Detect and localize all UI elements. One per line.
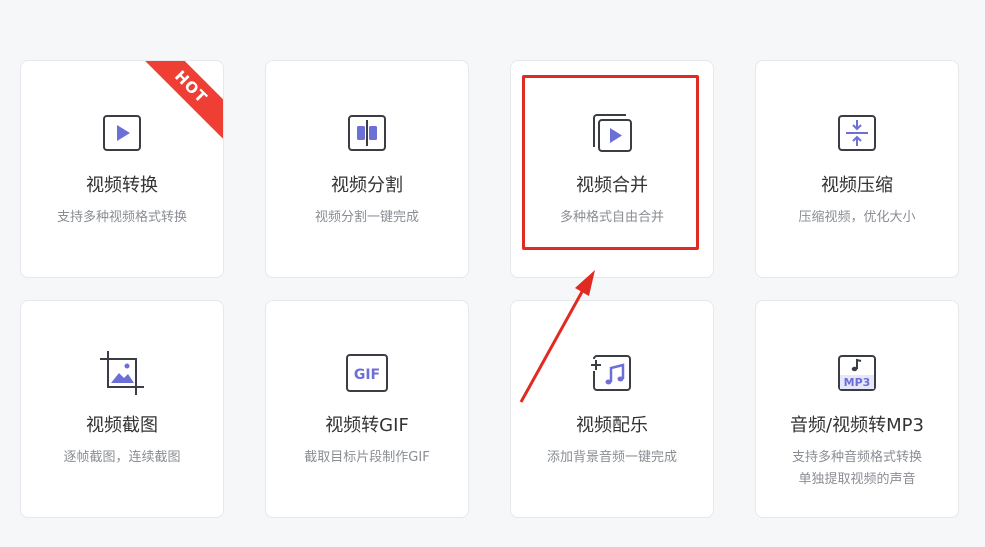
card-title: 视频转换	[86, 175, 158, 196]
card-video-split[interactable]: 视频分割 视频分割一键完成	[265, 60, 469, 278]
card-description: 截取目标片段制作GIF	[304, 450, 430, 465]
gif-icon-label: GIF	[354, 367, 380, 383]
card-description: 逐帧截图，连续截图	[63, 450, 181, 465]
card-video-music[interactable]: 视频配乐 添加背景音频一键完成	[510, 300, 714, 518]
highlight-box	[522, 75, 699, 250]
hot-badge: HOT	[138, 61, 223, 140]
card-video-compress[interactable]: 视频压缩 压缩视频，优化大小	[755, 60, 959, 278]
card-description-line: 支持多种音频格式转换	[791, 450, 922, 465]
card-video-screenshot[interactable]: 视频截图 逐帧截图，连续截图	[20, 300, 224, 518]
card-title: 视频配乐	[576, 415, 648, 436]
card-title: 视频转GIF	[325, 415, 409, 436]
card-video-convert[interactable]: HOT 视频转换 支持多种视频格式转换	[20, 60, 224, 278]
card-audio-to-mp3[interactable]: MP3 音频/视频转MP3 支持多种音频格式转换 单独提取视频的声音	[755, 300, 959, 518]
card-description: 添加背景音频一键完成	[546, 450, 677, 465]
crop-image-icon	[98, 349, 146, 397]
video-play-icon	[98, 109, 146, 157]
split-icon	[343, 109, 391, 157]
card-description: 视频分割一键完成	[314, 210, 419, 225]
mp3-icon-label: MP3	[844, 376, 871, 389]
gif-icon: GIF	[343, 349, 391, 397]
card-title: 视频分割	[331, 175, 403, 196]
card-video-to-gif[interactable]: GIF 视频转GIF 截取目标片段制作GIF	[265, 300, 469, 518]
card-title: 视频压缩	[821, 175, 893, 196]
compress-icon	[833, 109, 881, 157]
card-description: 支持多种音频格式转换 单独提取视频的声音	[762, 447, 952, 491]
card-title: 音频/视频转MP3	[790, 415, 924, 436]
card-title: 视频截图	[86, 415, 158, 436]
card-description-line: 单独提取视频的声音	[798, 472, 916, 487]
card-description: 压缩视频，优化大小	[798, 210, 916, 225]
mp3-icon: MP3	[833, 349, 881, 397]
add-music-icon	[588, 349, 636, 397]
card-description: 支持多种视频格式转换	[56, 210, 187, 225]
